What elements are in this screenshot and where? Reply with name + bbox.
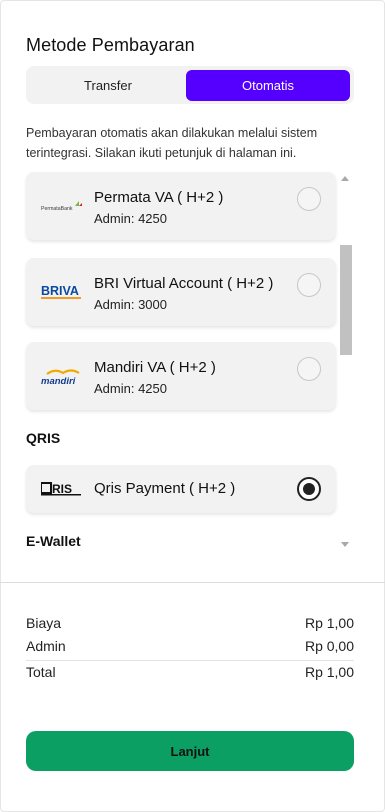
tab-otomatis[interactable]: Otomatis	[186, 70, 350, 101]
payment-option-mandiri[interactable]: mandiri Mandiri VA ( H+2 ) Admin: 4250	[26, 342, 336, 410]
briva-logo: BRIVA	[41, 282, 95, 304]
radio-button[interactable]	[297, 187, 321, 211]
scroll-down-arrow-icon[interactable]	[341, 542, 349, 547]
summary-label: Total	[26, 664, 56, 680]
description-text: Pembayaran otomatis akan dilakukan melal…	[26, 126, 318, 160]
qris-section-label: QRIS	[26, 430, 61, 446]
radio-button[interactable]	[297, 273, 321, 297]
svg-text:mandiri: mandiri	[41, 376, 76, 387]
summary-row-admin: Admin Rp 0,00	[26, 638, 354, 660]
payment-option-bri[interactable]: BRIVA BRI Virtual Account ( H+2 ) Admin:…	[26, 258, 336, 326]
continue-button[interactable]: Lanjut	[26, 731, 354, 771]
summary-label: Admin	[26, 638, 66, 654]
summary-row-biaya: Biaya Rp 1,00	[26, 615, 354, 637]
payment-option-admin: Admin: 3000	[94, 297, 167, 312]
summary-value: Rp 1,00	[304, 664, 354, 680]
payment-option-title: Permata VA ( H+2 )	[94, 189, 224, 206]
mandiri-logo: mandiri	[41, 366, 95, 388]
payment-methods-list[interactable]: PermataBank Permata VA ( H+2 ) Admin: 42…	[0, 172, 352, 560]
radio-button[interactable]	[297, 357, 321, 381]
payment-option-qris[interactable]: RIS Qris Payment ( H+2 )	[26, 465, 336, 513]
radio-button-selected[interactable]	[297, 477, 321, 501]
payment-option-title: BRI Virtual Account ( H+2 )	[94, 275, 274, 292]
tab-transfer[interactable]: Transfer	[30, 70, 186, 101]
permata-bank-logo: PermataBank	[41, 196, 95, 218]
summary-label: Biaya	[26, 615, 62, 631]
payment-option-title: Mandiri VA ( H+2 )	[94, 359, 216, 376]
ewallet-section-label: E-Wallet	[26, 533, 81, 549]
summary-separator	[26, 660, 354, 661]
svg-text:PermataBank: PermataBank	[41, 206, 73, 212]
divider	[0, 582, 385, 583]
summary-value: Rp 0,00	[304, 638, 354, 654]
scroll-up-arrow-icon[interactable]	[341, 176, 349, 181]
page-title: Metode Pembayaran	[26, 35, 195, 55]
qris-logo: RIS	[40, 480, 95, 502]
payment-option-permata[interactable]: PermataBank Permata VA ( H+2 ) Admin: 42…	[26, 172, 336, 240]
payment-option-admin: Admin: 4250	[94, 381, 167, 396]
svg-text:RIS: RIS	[52, 482, 72, 496]
svg-text:BRIVA: BRIVA	[41, 284, 79, 298]
payment-type-tabs: Transfer Otomatis	[26, 66, 354, 104]
summary-value: Rp 1,00	[304, 615, 354, 631]
payment-option-title: Qris Payment ( H+2 )	[94, 480, 236, 497]
scrollbar-thumb[interactable]	[340, 245, 352, 355]
summary-row-total: Total Rp 1,00	[26, 664, 354, 686]
payment-option-admin: Admin: 4250	[94, 211, 167, 226]
